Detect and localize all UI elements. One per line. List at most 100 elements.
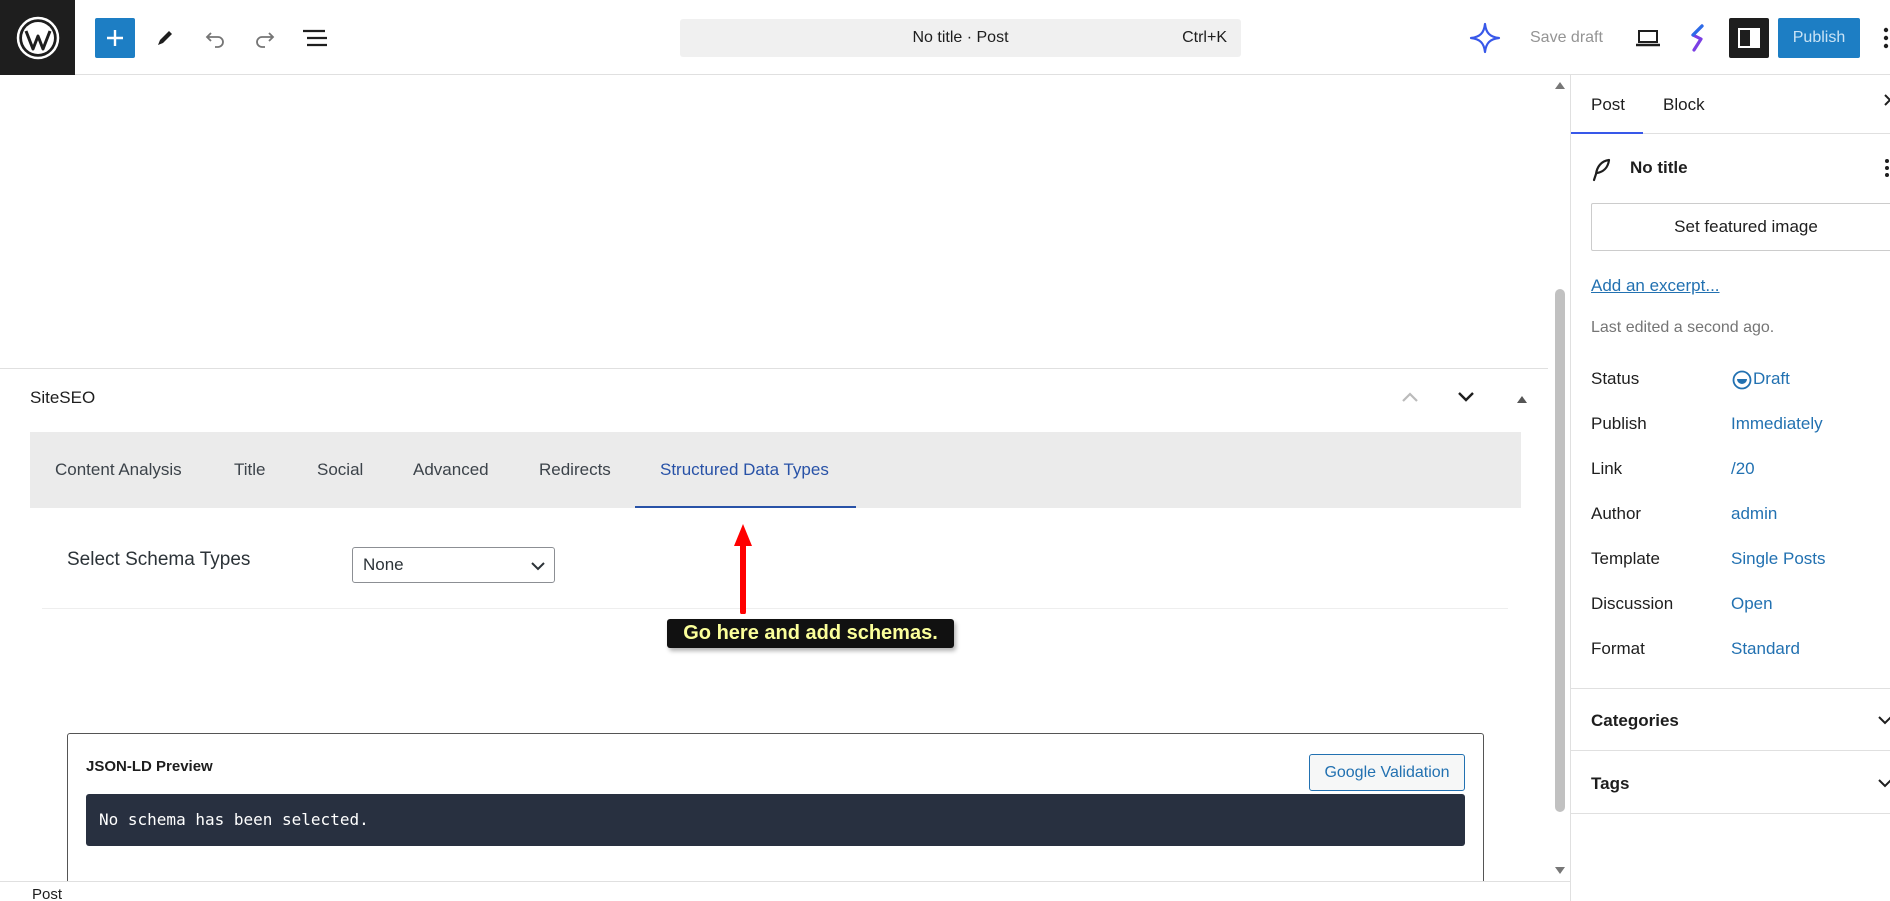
wordpress-icon [16,16,59,59]
laptop-icon [1636,30,1660,47]
schema-select-value: None [363,555,404,574]
collapse-metabox-button[interactable] [1516,391,1528,409]
document-title: No title · Post [912,29,1009,46]
json-ld-preview-title: JSON-LD Preview [86,758,213,775]
meta-value[interactable]: Immediately [1731,414,1823,434]
meta-value[interactable]: Draft [1753,369,1790,389]
block-breadcrumb-bar: Post [0,881,1572,901]
siteseo-metabox-title: SiteSEO [30,388,96,407]
undo-button[interactable] [200,18,230,58]
redo-button[interactable] [250,18,280,58]
command-palette-bar[interactable]: No title · Post Ctrl+K [680,19,1241,57]
meta-label: Discussion [1591,594,1674,613]
chevron-down-icon [531,562,545,571]
meta-box-divider [0,368,1548,369]
scroll-up-arrow-icon[interactable] [1554,80,1566,90]
close-icon[interactable] [1883,93,1890,107]
add-block-button[interactable] [95,18,135,58]
meta-row-discussion: Discussion Open [1591,594,1890,618]
redo-icon [256,32,275,48]
wp-block-editor: No title · Post Ctrl+K Save draft Publis… [0,0,1890,901]
sidebar-tab-block[interactable]: Block [1663,75,1705,134]
sidebar-divider [1571,688,1890,689]
move-down-button[interactable] [1456,387,1476,412]
meta-value[interactable]: Single Posts [1731,549,1826,569]
list-view-icon [303,29,327,47]
siteseo-plugin-button[interactable] [1684,18,1712,58]
settings-sidebar: Post Block No title Set featured image A… [1570,75,1890,901]
meta-value[interactable]: admin [1731,504,1777,524]
active-tab-indicator [635,506,856,508]
breadcrumb-post[interactable]: Post [32,886,62,901]
meta-label: Link [1591,459,1623,478]
preview-button[interactable] [1633,18,1663,58]
sidebar-icon [1738,28,1760,48]
options-menu-button[interactable] [1878,24,1890,52]
meta-label: Author [1591,504,1642,523]
tab-advanced[interactable]: Advanced [413,432,489,508]
draft-status-icon [1732,370,1752,390]
pencil-icon [158,31,172,45]
sparkle-icon [1469,22,1501,54]
chevron-up-icon [1402,392,1418,402]
meta-row-status: Status Draft [1591,369,1890,393]
tab-content-analysis[interactable]: Content Analysis [55,432,182,508]
set-featured-image-button[interactable]: Set featured image [1591,203,1890,251]
wordpress-logo-button[interactable] [0,0,75,75]
active-sidebar-tab-indicator [1571,132,1643,134]
scroll-down-arrow-icon[interactable] [1554,866,1566,876]
meta-label: Publish [1591,414,1647,433]
meta-label: Template [1591,549,1660,568]
meta-row-publish: Publish Immediately [1591,414,1890,438]
tab-social[interactable]: Social [317,432,363,508]
publish-button[interactable]: Publish [1778,18,1860,58]
meta-row-author: Author admin [1591,504,1890,528]
sidebar-tabs: Post Block [1571,75,1890,134]
siteseo-tabs: Content Analysis Title Social Advanced R… [30,432,1521,508]
kebab-icon [1883,27,1889,49]
chevron-down-icon[interactable] [1877,776,1890,790]
undo-icon [205,32,224,48]
sidebar-tab-post[interactable]: Post [1591,75,1625,134]
tab-title[interactable]: Title [234,432,266,508]
sidebar-divider [1571,750,1890,751]
editor-header: No title · Post Ctrl+K Save draft Publis… [0,0,1890,75]
annotation-arrow [734,524,752,614]
tools-button[interactable] [150,18,180,58]
siteseo-logo-icon [1691,24,1704,52]
move-up-button[interactable] [1400,387,1420,412]
meta-value[interactable]: /20 [1731,459,1755,479]
plus-icon [107,30,123,46]
chevron-down-icon[interactable] [1877,713,1890,727]
save-draft-button[interactable]: Save draft [1530,18,1603,58]
tab-redirects[interactable]: Redirects [539,432,611,508]
ai-assistant-button[interactable] [1467,18,1503,58]
post-feather-icon [1592,158,1611,182]
meta-label: Status [1591,369,1640,388]
schema-types-select[interactable]: None [352,547,555,583]
tab-structured-data-types[interactable]: Structured Data Types [660,432,829,508]
settings-sidebar-toggle[interactable] [1729,18,1769,58]
categories-panel-toggle[interactable]: Categories [1591,711,1679,731]
json-ld-code-block: No schema has been selected. [86,794,1465,846]
keyboard-shortcut: Ctrl+K [1182,29,1227,46]
annotation-callout: Go here and add schemas. [667,619,954,648]
google-validation-button[interactable]: Google Validation [1309,754,1465,791]
editor-canvas: SiteSEO Content Analysis Title Social Ad… [0,75,1548,881]
meta-row-link: Link /20 [1591,459,1890,483]
sidebar-divider [1571,813,1890,814]
add-excerpt-link[interactable]: Add an excerpt... [1591,276,1720,296]
meta-row-template: Template Single Posts [1591,549,1890,573]
scrollbar-thumb[interactable] [1555,289,1565,812]
chevron-down-icon [1458,392,1474,402]
kebab-icon[interactable] [1883,157,1890,179]
meta-value[interactable]: Open [1731,594,1773,614]
tags-panel-toggle[interactable]: Tags [1591,774,1629,794]
meta-label: Format [1591,639,1645,658]
triangle-up-icon [1517,396,1527,403]
document-overview-button[interactable] [299,18,331,58]
post-title-summary: No title [1630,158,1688,177]
meta-value[interactable]: Standard [1731,639,1800,659]
schema-types-label: Select Schema Types [67,549,251,570]
json-ld-preview-panel: JSON-LD Preview Google Validation No sch… [67,733,1484,881]
